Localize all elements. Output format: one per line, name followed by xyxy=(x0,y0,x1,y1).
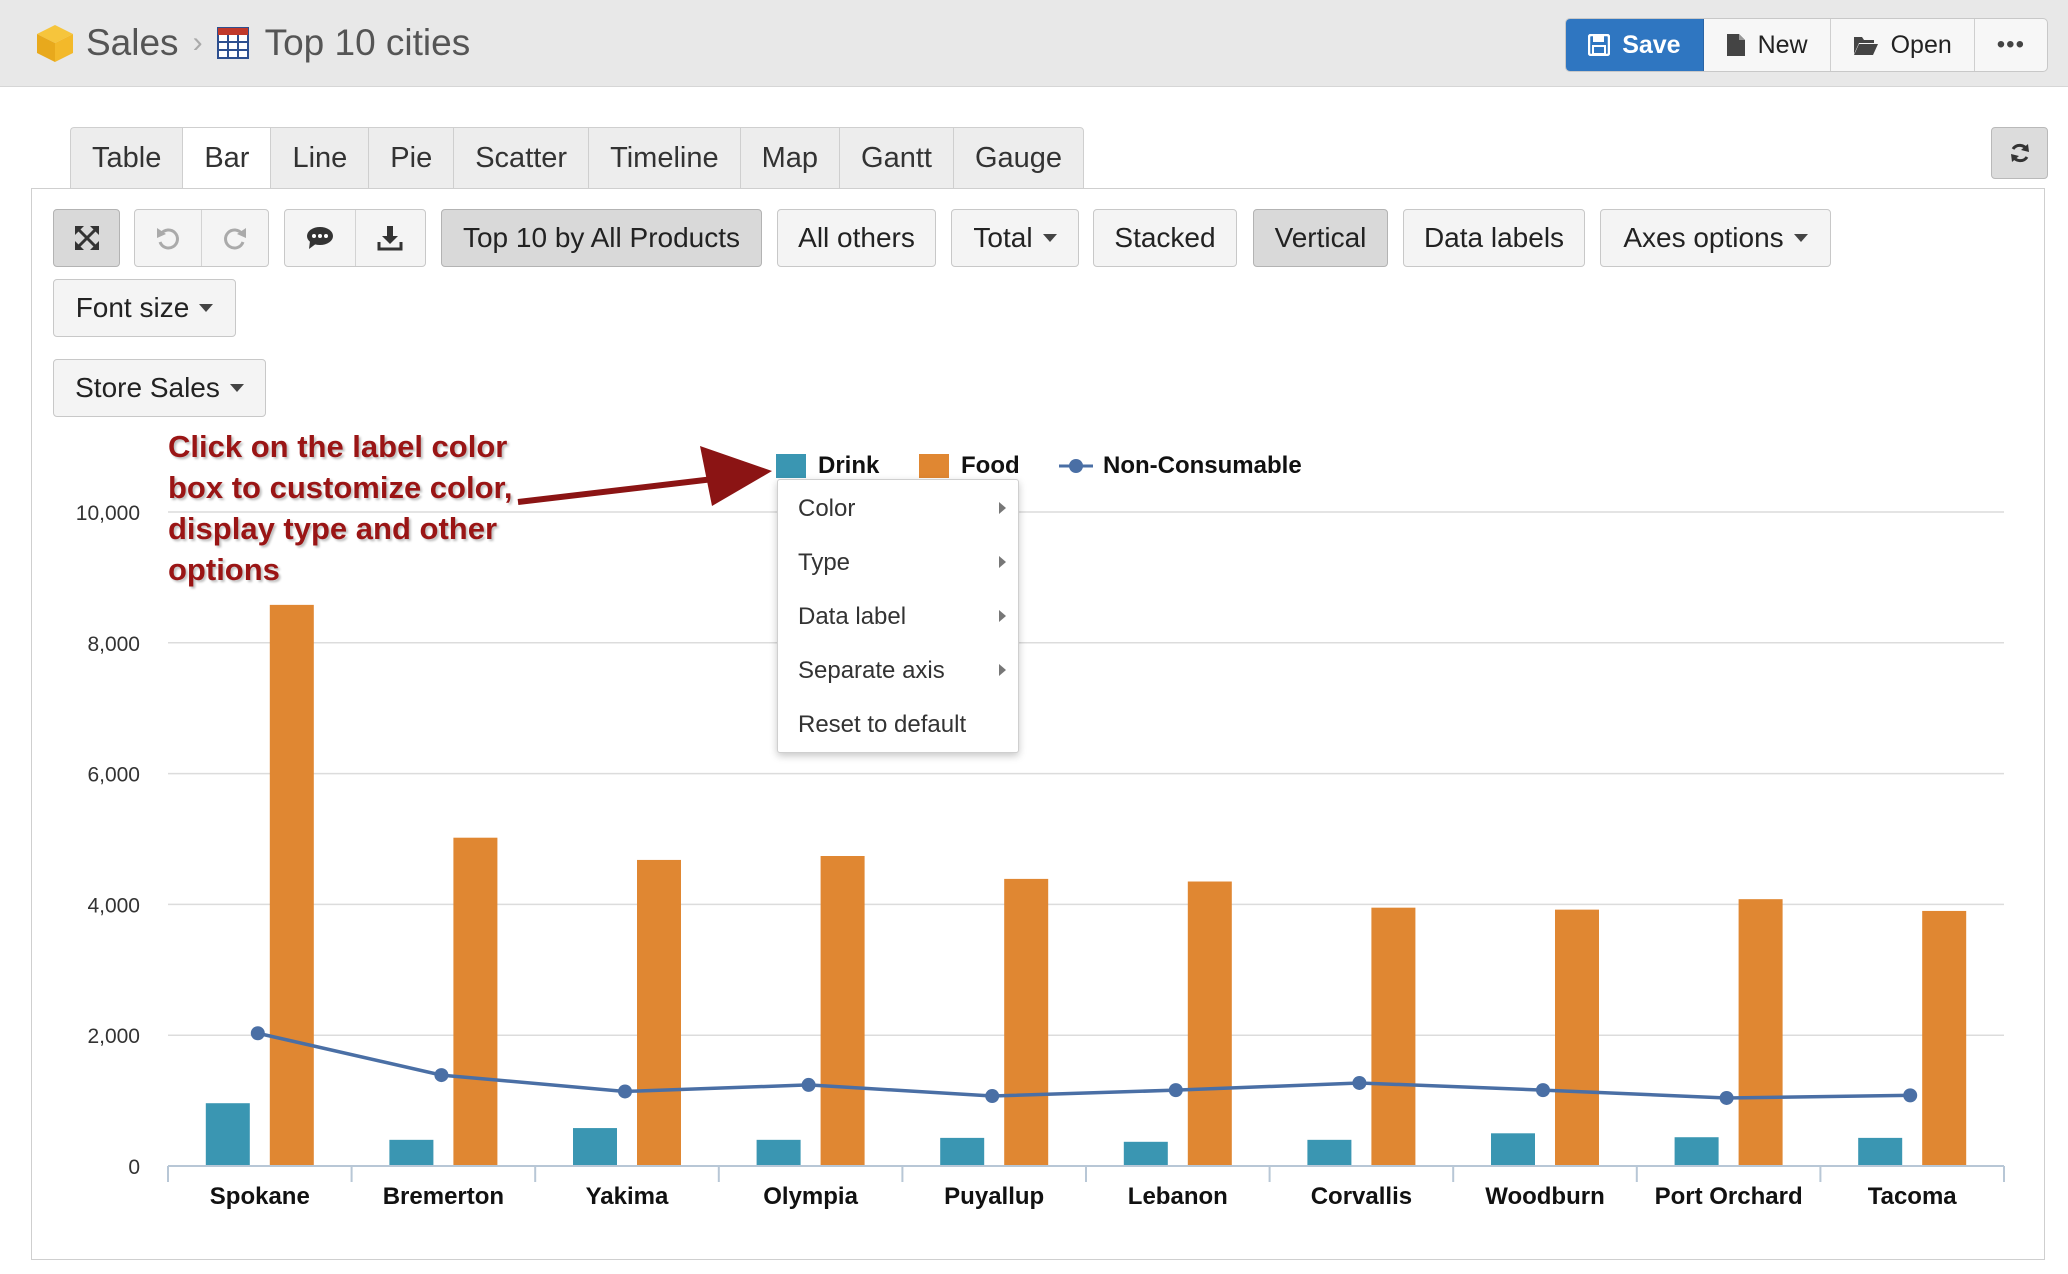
menu-item-label: Type xyxy=(798,549,851,576)
bar-food[interactable] xyxy=(269,604,314,1166)
legend-label-food: Food xyxy=(961,452,1020,479)
bar-drink[interactable] xyxy=(1674,1137,1719,1166)
annotation-line: Click on the label color xyxy=(168,429,508,464)
bar-drink[interactable] xyxy=(940,1137,985,1166)
bar-drink[interactable] xyxy=(205,1103,250,1166)
point-non-consumable[interactable] xyxy=(1903,1088,1918,1103)
point-non-consumable[interactable] xyxy=(1536,1083,1550,1098)
point-non-consumable[interactable] xyxy=(801,1077,816,1092)
y-tick-label: 2,000 xyxy=(87,1025,140,1048)
submenu-arrow-icon xyxy=(999,556,1006,568)
bar-food[interactable] xyxy=(1004,878,1049,1166)
menu-item-label: Data label xyxy=(798,603,907,630)
submenu-arrow-icon xyxy=(999,610,1006,622)
annotation-line: display type and other xyxy=(168,511,498,546)
menu-item-label: Color xyxy=(798,495,856,522)
bar-food[interactable] xyxy=(1555,909,1599,1166)
x-tick-label: Corvallis xyxy=(1311,1183,1412,1210)
x-tick-label: Spokane xyxy=(210,1183,310,1210)
bar-drink[interactable] xyxy=(389,1139,434,1166)
x-tick-label: Yakima xyxy=(586,1183,669,1210)
bar-food[interactable] xyxy=(1738,899,1783,1166)
point-non-consumable[interactable] xyxy=(250,1026,265,1041)
y-tick-label: 0 xyxy=(128,1156,140,1179)
menu-item-reset-to-default[interactable]: Reset to default xyxy=(778,698,1018,752)
x-tick-label: Olympia xyxy=(763,1183,858,1210)
bar-food[interactable] xyxy=(820,856,865,1166)
point-non-consumable[interactable] xyxy=(985,1089,1000,1104)
x-tick-label: Tacoma xyxy=(1868,1183,1958,1210)
y-tick-label: 4,000 xyxy=(87,894,140,917)
legend-label-non-consumable: Non-Consumable xyxy=(1103,452,1302,479)
menu-item-data-label[interactable]: Data label xyxy=(778,590,1018,644)
point-non-consumable[interactable] xyxy=(618,1084,632,1099)
bar-food[interactable] xyxy=(637,859,681,1166)
point-non-consumable[interactable] xyxy=(1719,1090,1734,1105)
bar-food[interactable] xyxy=(1371,907,1416,1166)
legend-item-food[interactable]: Food xyxy=(919,452,1020,480)
x-tick-label: Bremerton xyxy=(383,1183,504,1210)
legend-item-non-consumable[interactable]: Non-Consumable xyxy=(1059,452,1302,480)
menu-item-label: Reset to default xyxy=(798,711,967,738)
annotation-callout: Click on the label color box to customiz… xyxy=(168,426,548,590)
legend-color-box-food[interactable] xyxy=(919,454,949,478)
menu-item-type[interactable]: Type xyxy=(778,536,1018,590)
submenu-arrow-icon xyxy=(999,502,1006,514)
x-tick-label: Puyallup xyxy=(944,1183,1044,1210)
series-context-menu: Color Type Data label Separate axis Rese… xyxy=(777,479,1019,753)
line-non-consumable[interactable] xyxy=(257,1031,1911,1100)
y-tick-label: 6,000 xyxy=(87,764,140,787)
legend-color-box-drink[interactable] xyxy=(776,454,806,478)
bar-food[interactable] xyxy=(1922,910,1967,1166)
x-tick-label: Woodburn xyxy=(1485,1183,1605,1210)
bar-food[interactable] xyxy=(1187,881,1232,1166)
bar-food[interactable] xyxy=(453,837,498,1166)
bar-drink[interactable] xyxy=(1858,1137,1903,1166)
menu-item-color[interactable]: Color xyxy=(778,482,1018,536)
y-tick-label: 10,000 xyxy=(76,502,140,525)
annotation-line: box to customize color, xyxy=(168,470,513,505)
y-tick-label: 8,000 xyxy=(87,633,140,656)
bar-chart: 0 2,000 4,000 6,000 8,000 10,000 Spokane Bremer… xyxy=(76,446,2005,1210)
point-non-consumable[interactable] xyxy=(434,1068,449,1083)
annotation-line: options xyxy=(168,552,280,587)
point-non-consumable[interactable] xyxy=(1168,1083,1183,1098)
annotation-arrow xyxy=(517,446,772,506)
x-tick-label: Lebanon xyxy=(1128,1183,1228,1210)
bar-drink[interactable] xyxy=(573,1128,617,1166)
point-non-consumable[interactable] xyxy=(1352,1075,1367,1090)
menu-item-separate-axis[interactable]: Separate axis xyxy=(778,644,1018,698)
bar-drink[interactable] xyxy=(1307,1139,1352,1166)
legend-label-drink: Drink xyxy=(818,452,880,479)
bar-drink[interactable] xyxy=(756,1139,801,1166)
legend-line-marker-non-consumable[interactable] xyxy=(1059,456,1093,476)
legend-item-drink[interactable]: Drink xyxy=(776,452,879,480)
submenu-arrow-icon xyxy=(999,664,1006,676)
bar-drink[interactable] xyxy=(1491,1133,1535,1166)
menu-item-label: Separate axis xyxy=(798,657,945,684)
bar-drink[interactable] xyxy=(1123,1141,1168,1166)
x-tick-label: Port Orchard xyxy=(1655,1183,1803,1210)
